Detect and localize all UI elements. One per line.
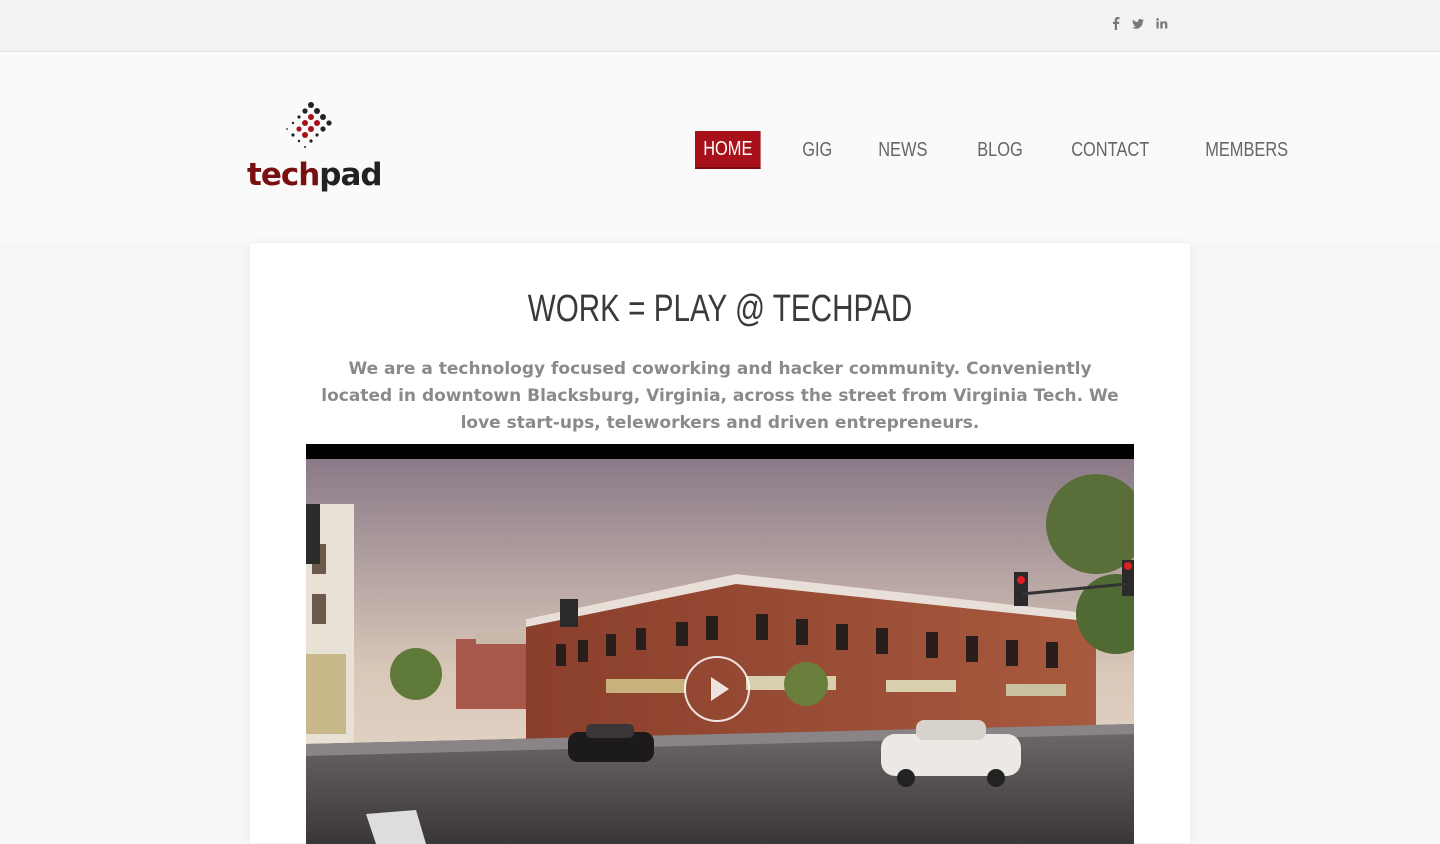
logo-wordmark: techpad [247, 157, 383, 193]
video-thumbnail [306, 444, 1134, 844]
linkedin-icon[interactable] [1156, 18, 1168, 29]
nav-contact[interactable]: CONTACT [1063, 131, 1157, 169]
page-title: WORK = PLAY @ TECHPAD [527, 288, 913, 330]
facebook-icon[interactable] [1112, 17, 1120, 30]
top-bar [0, 0, 1440, 52]
play-button[interactable] [684, 656, 750, 722]
nav-news[interactable]: NEWS [870, 131, 936, 169]
logo-dots-icon [286, 102, 332, 148]
techpad-logo[interactable]: techpad [247, 98, 383, 200]
social-links [1112, 17, 1168, 30]
video-player[interactable] [306, 444, 1134, 844]
nav-members[interactable]: MEMBERS [1197, 131, 1296, 169]
main-nav: HOME GIG NEWS BLOG CONTACT MEMBERS [695, 131, 1319, 169]
twitter-icon[interactable] [1132, 18, 1144, 29]
nav-blog[interactable]: BLOG [969, 131, 1031, 169]
logo-pad: pad [319, 157, 382, 193]
nav-home[interactable]: HOME [695, 131, 761, 169]
intro-text: We are a technology focused coworking an… [321, 359, 1119, 433]
logo-tech: tech [247, 157, 320, 193]
nav-gig[interactable]: GIG [794, 131, 840, 169]
